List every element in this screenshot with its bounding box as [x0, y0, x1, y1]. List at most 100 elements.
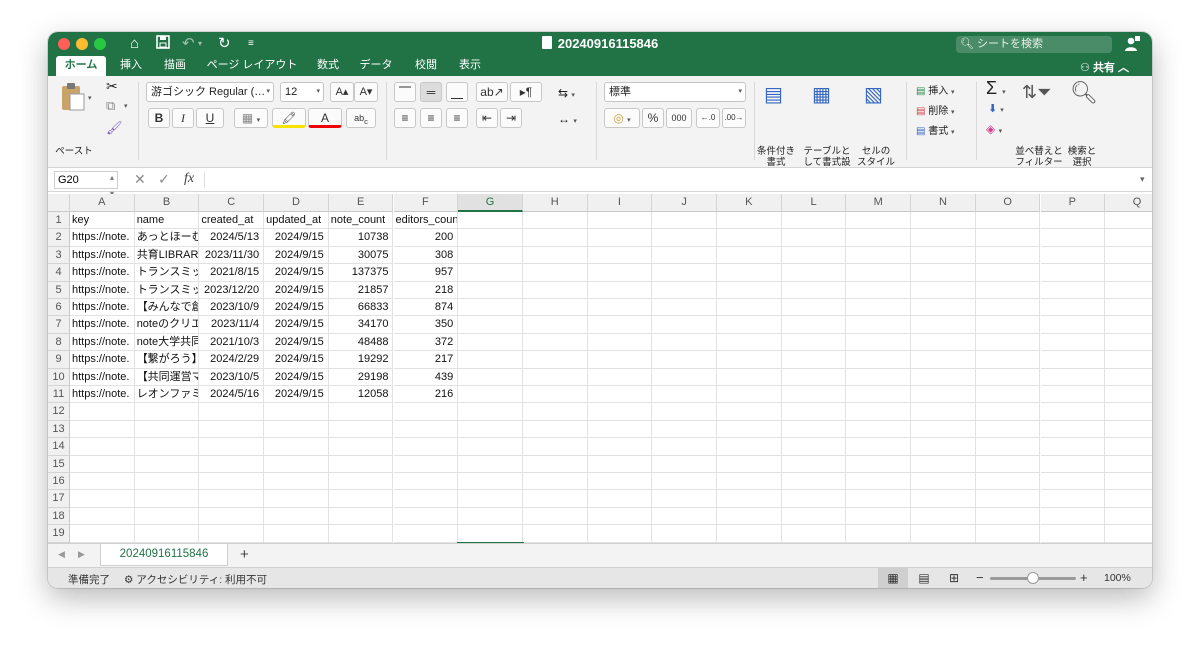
column-header-k[interactable]: K — [717, 194, 782, 212]
tab-data[interactable]: データ — [356, 56, 396, 76]
cell-m15[interactable] — [846, 455, 912, 473]
cell-f16[interactable] — [393, 473, 459, 491]
cell-b15[interactable] — [134, 455, 200, 473]
delete-cells-button[interactable]: ▤ 削除 ▾ — [916, 102, 955, 117]
cell-k18[interactable] — [717, 507, 782, 526]
cell-n10[interactable] — [911, 368, 976, 386]
cell-p17[interactable] — [1040, 490, 1106, 508]
cell-q12[interactable] — [1105, 403, 1152, 421]
column-header-d[interactable]: D — [264, 194, 329, 212]
cell-j17[interactable] — [652, 490, 717, 508]
cell-i7[interactable] — [587, 316, 653, 334]
cell-m14[interactable] — [846, 438, 912, 456]
cell-a5[interactable]: https://note. — [70, 281, 135, 299]
cell-k9[interactable] — [717, 351, 782, 369]
previous-sheet-icon[interactable]: ◀ — [58, 549, 65, 560]
cell-e10[interactable]: 29198 — [328, 368, 394, 386]
cell-e8[interactable]: 48488 — [328, 333, 394, 352]
cell-p5[interactable] — [1040, 281, 1106, 299]
cell-o10[interactable] — [975, 368, 1041, 386]
column-header-j[interactable]: J — [652, 194, 717, 212]
cell-f4[interactable]: 957 — [393, 264, 459, 282]
zoom-level[interactable]: 100% — [1104, 572, 1131, 584]
paste-icon[interactable] — [60, 82, 86, 112]
row-header-18[interactable]: 18 — [48, 507, 70, 526]
cell-p11[interactable] — [1040, 386, 1106, 404]
formula-input[interactable] — [210, 172, 1130, 188]
row-header-1[interactable]: 1 — [48, 212, 70, 230]
fill-icon[interactable]: ⬇ ▾ — [988, 102, 1004, 115]
format-painter-icon[interactable]: 🖌︎ — [106, 120, 123, 136]
cell-b14[interactable] — [134, 438, 200, 456]
cell-p3[interactable] — [1040, 246, 1106, 265]
cell-c2[interactable]: 2024/5/13 — [199, 229, 265, 247]
cell-f5[interactable]: 218 — [393, 281, 459, 299]
cell-g15[interactable] — [458, 455, 523, 473]
phonetic-guide-button[interactable]: abc — [346, 108, 376, 128]
bold-button[interactable]: B — [148, 108, 170, 128]
cell-q15[interactable] — [1105, 456, 1152, 473]
cell-c19[interactable] — [199, 525, 265, 543]
cell-a12[interactable] — [70, 403, 135, 421]
cell-a4[interactable]: https://note. — [70, 264, 135, 282]
row-header-14[interactable]: 14 — [48, 438, 70, 456]
row-header-12[interactable]: 12 — [48, 403, 70, 421]
cell-b19[interactable] — [134, 525, 200, 543]
row-header-6[interactable]: 6 — [48, 299, 70, 317]
cell-c18[interactable] — [199, 507, 265, 526]
tab-view[interactable]: 表示 — [452, 56, 488, 76]
orientation-button[interactable]: ab↗ — [476, 82, 508, 102]
cell-m11[interactable] — [846, 386, 912, 404]
cell-d17[interactable] — [264, 490, 329, 508]
cell-g7[interactable] — [458, 316, 523, 334]
cell-c17[interactable] — [199, 490, 265, 508]
cell-p12[interactable] — [1040, 403, 1106, 421]
autosum-icon[interactable]: Σ ▾ — [986, 78, 1006, 99]
cell-o9[interactable] — [975, 351, 1041, 369]
cell-e15[interactable] — [328, 455, 394, 473]
cell-j15[interactable] — [652, 455, 717, 473]
cell-i12[interactable] — [587, 403, 653, 421]
cell-b11[interactable]: レオンファミ — [134, 386, 200, 404]
cell-p13[interactable] — [1040, 420, 1106, 439]
align-center-button[interactable]: ≡ — [420, 108, 442, 128]
clear-icon[interactable]: ◈ ▾ — [986, 122, 1002, 136]
cell-b4[interactable]: トランスミッ — [134, 264, 200, 282]
cell-l18[interactable] — [781, 507, 847, 526]
cell-k5[interactable] — [717, 281, 782, 299]
cell-c8[interactable]: 2021/10/3 — [199, 333, 265, 352]
cell-l13[interactable] — [781, 420, 847, 439]
cell-c11[interactable]: 2024/5/16 — [199, 386, 265, 404]
select-all-corner[interactable] — [48, 194, 70, 212]
cell-j5[interactable] — [652, 281, 717, 299]
cell-h6[interactable] — [522, 299, 588, 317]
cell-g18[interactable] — [458, 507, 523, 526]
cell-e18[interactable] — [328, 507, 394, 526]
cell-p15[interactable] — [1040, 455, 1106, 473]
cell-n3[interactable] — [911, 246, 976, 265]
cell-i17[interactable] — [587, 490, 653, 508]
cell-a19[interactable] — [70, 525, 135, 543]
cell-g19[interactable] — [458, 525, 523, 543]
cell-n13[interactable] — [911, 420, 976, 439]
cell-n7[interactable] — [911, 316, 976, 334]
cell-d1[interactable]: updated_at — [264, 212, 329, 230]
cell-i16[interactable] — [587, 473, 653, 491]
cell-k11[interactable] — [717, 386, 782, 404]
column-header-c[interactable]: C — [199, 194, 265, 212]
cell-i1[interactable] — [587, 212, 653, 230]
cell-q19[interactable] — [1105, 525, 1152, 543]
cell-o5[interactable] — [975, 281, 1041, 299]
cell-i9[interactable] — [587, 351, 653, 369]
row-header-19[interactable]: 19 — [48, 525, 70, 543]
cell-a6[interactable]: https://note. — [70, 299, 135, 317]
column-header-q[interactable]: Q — [1105, 194, 1152, 212]
cell-d8[interactable]: 2024/9/15 — [264, 333, 329, 352]
accessibility-status[interactable]: ⚙︎ アクセシビリティ: 利用不可 — [124, 572, 267, 587]
cell-n17[interactable] — [911, 490, 976, 508]
cell-l12[interactable] — [781, 403, 847, 421]
cell-styles-button[interactable]: セルの スタイル — [856, 146, 896, 168]
cell-a10[interactable]: https://note. — [70, 368, 135, 386]
decrease-decimal-button[interactable]: .00→ — [722, 108, 746, 128]
cell-m8[interactable] — [846, 333, 912, 352]
